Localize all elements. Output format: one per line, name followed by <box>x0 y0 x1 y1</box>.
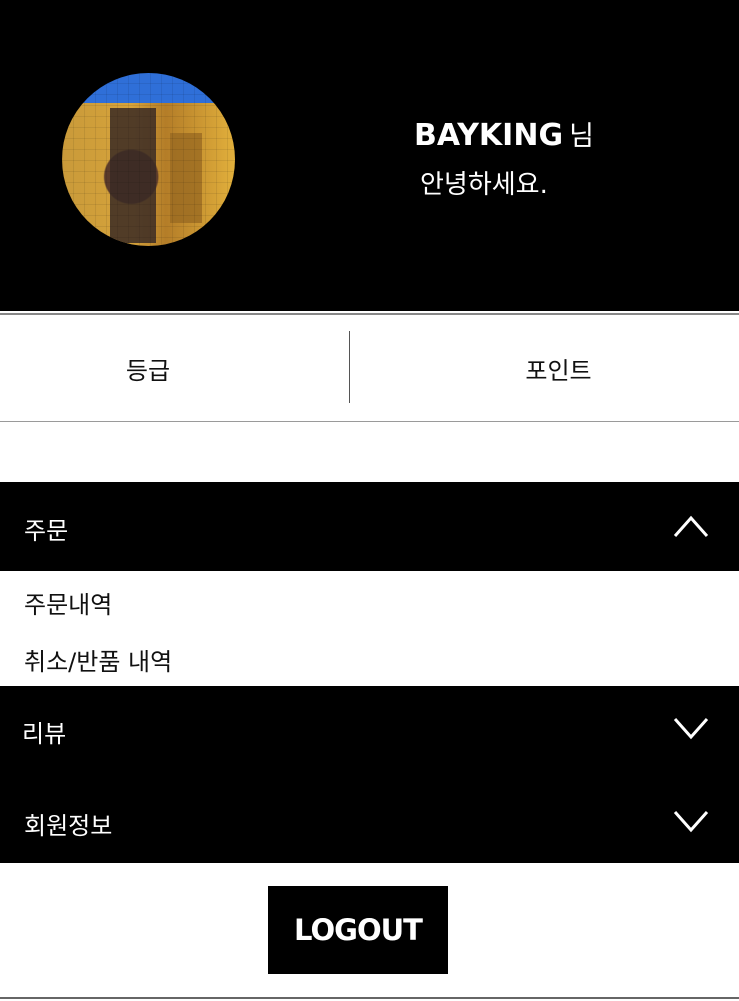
chevron-down-icon <box>673 718 709 740</box>
order-submenu: 주문내역 취소/반품 내역 <box>0 571 739 686</box>
collapsed-sections: 리뷰 회원정보 <box>0 686 739 863</box>
member-info-section-label: 회원정보 <box>24 812 113 840</box>
points-label: 포인트 <box>525 357 592 385</box>
review-section-header[interactable]: 리뷰 <box>0 686 739 774</box>
greeting-text: 안녕하세요. <box>420 170 548 200</box>
username-line: BAYKING 님 <box>414 114 594 153</box>
order-section-label: 주문 <box>24 517 69 545</box>
member-info-section-header[interactable]: 회원정보 <box>0 774 739 863</box>
order-history-link[interactable]: 주문내역 <box>24 585 112 620</box>
chevron-up-icon <box>673 515 709 537</box>
profile-header: BAYKING 님 안녕하세요. <box>0 0 739 311</box>
honorific-suffix: 님 <box>569 121 594 152</box>
grade-stat[interactable]: 등급 <box>0 315 296 422</box>
avatar-pixelation <box>62 73 235 246</box>
points-stat[interactable]: 포인트 <box>350 315 739 422</box>
avatar[interactable] <box>62 73 235 246</box>
chevron-down-icon <box>673 811 709 833</box>
grade-label: 등급 <box>125 357 171 385</box>
stats-row: 등급 포인트 <box>0 313 739 422</box>
footer-divider <box>0 997 739 999</box>
order-section-header[interactable]: 주문 <box>0 482 739 571</box>
review-section-label: 리뷰 <box>22 720 67 748</box>
username: BAYKING <box>414 118 564 153</box>
cancel-return-history-link[interactable]: 취소/반품 내역 <box>24 642 172 677</box>
logout-button[interactable]: LOGOUT <box>268 886 448 974</box>
